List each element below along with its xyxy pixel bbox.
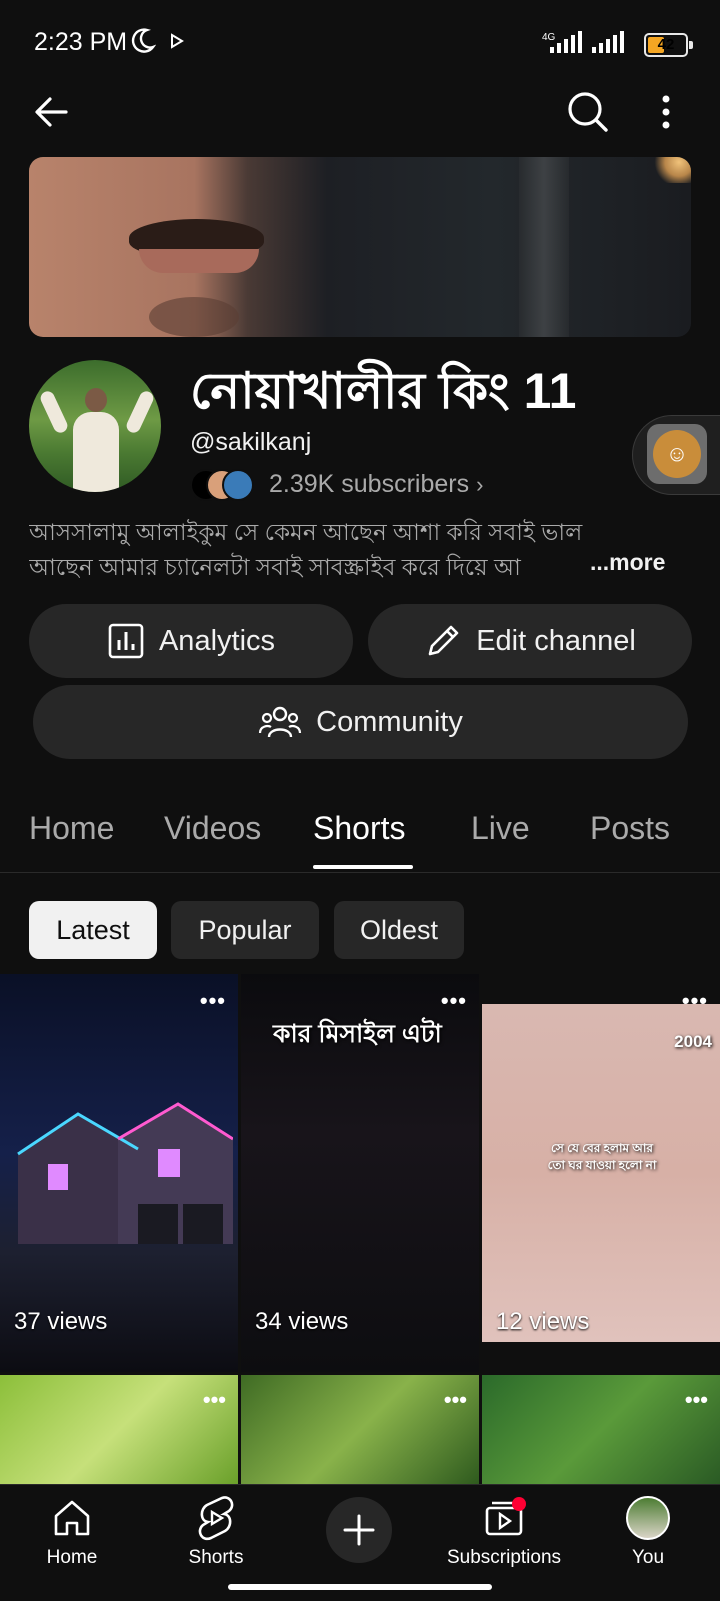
moon-icon <box>130 27 157 60</box>
short-tile[interactable]: ••• <box>0 1375 238 1485</box>
community-button[interactable]: Community <box>33 685 688 759</box>
short-views: 37 views <box>14 1308 108 1335</box>
analytics-icon <box>108 623 144 659</box>
nav-subscriptions-label: Subscriptions <box>446 1547 562 1568</box>
short-tile[interactable]: ••• 37 views <box>0 974 238 1372</box>
edit-channel-label: Edit channel <box>476 624 636 657</box>
chip-popular[interactable]: Popular <box>171 901 319 959</box>
chip-latest[interactable]: Latest <box>29 901 157 959</box>
short-tile[interactable]: ••• <box>241 1375 479 1485</box>
notification-badge <box>512 1497 526 1511</box>
channel-description[interactable]: আসসালামু আলাইকুম সে কেমন আছেন আশা করি সব… <box>29 515 679 585</box>
short-views: 12 views <box>496 1308 590 1335</box>
accessibility-icon: ☺ <box>653 430 701 478</box>
short-views: 34 views <box>255 1308 349 1335</box>
signal-4g-icon: 4G <box>540 30 586 61</box>
play-notification-icon <box>170 33 184 54</box>
pencil-icon <box>428 625 459 656</box>
short-tile[interactable]: 2004 সে যে বের হলাম আর তো ঘর যাওয়া হলো … <box>482 974 720 1372</box>
avatar <box>626 1496 670 1540</box>
shorts-icon <box>198 1496 234 1541</box>
short-more-icon[interactable]: ••• <box>203 1387 226 1413</box>
channel-tabs: Home Videos Shorts Live Posts <box>0 790 720 873</box>
plus-icon <box>343 1514 375 1546</box>
channel-handle: @sakilkanj <box>190 428 312 456</box>
short-more-icon[interactable]: ••• <box>444 1387 467 1413</box>
chevron-right-icon: › <box>476 472 484 497</box>
status-time: 2:23 PM <box>34 28 128 56</box>
short-more-icon[interactable]: ••• <box>682 988 708 1014</box>
search-icon <box>568 92 608 132</box>
kebab-menu-icon <box>662 95 670 129</box>
analytics-button[interactable]: Analytics <box>29 604 353 678</box>
status-bar: 2:23 PM 4G 42 <box>0 0 720 88</box>
back-button[interactable] <box>30 90 74 134</box>
active-tab-indicator <box>313 865 413 869</box>
community-label: Community <box>316 705 463 738</box>
channel-title: নোয়াখালীর কিং 11 <box>190 363 577 419</box>
search-button[interactable] <box>566 90 610 134</box>
nav-shorts[interactable]: Shorts <box>156 1493 276 1569</box>
channel-banner <box>29 157 691 337</box>
description-line-1: আসসালামু আলাইকুম সে কেমন আছেন আশা করি সব… <box>29 519 583 545</box>
battery-level: 42 <box>657 36 675 53</box>
nav-shorts-label: Shorts <box>188 1547 244 1568</box>
subscriber-count-link[interactable]: 2.39K subscribers › <box>269 470 483 499</box>
short-overlay-text: কার মিসাইল এটা <box>273 1020 442 1048</box>
short-thumbnail <box>17 1102 233 1244</box>
short-overlay-text: সে যে বের হলাম আর তো ঘর যাওয়া হলো না <box>547 1141 657 1172</box>
community-icon <box>259 706 302 738</box>
nav-subscriptions[interactable]: Subscriptions <box>444 1493 564 1569</box>
channel-avatar[interactable] <box>29 360 161 492</box>
home-icon <box>54 1500 90 1536</box>
description-line-2: আছেন আমার চ্যানেলটা সবাই সাবস্ক্রাইব করে… <box>29 554 521 580</box>
analytics-label: Analytics <box>158 624 276 657</box>
chip-oldest[interactable]: Oldest <box>334 901 464 959</box>
subscriber-count: 2.39K subscribers <box>269 470 470 498</box>
tab-live[interactable]: Live <box>471 810 530 847</box>
home-indicator <box>228 1584 492 1590</box>
tab-shorts[interactable]: Shorts <box>313 810 405 847</box>
short-badge-text: 2004 <box>674 1032 712 1051</box>
arrow-left-icon <box>35 97 68 127</box>
tab-videos[interactable]: Videos <box>164 810 261 847</box>
short-more-icon[interactable]: ••• <box>685 1387 708 1413</box>
nav-you-label: You <box>631 1547 665 1568</box>
short-tile[interactable]: কার মিসাইল এটা ••• 34 views <box>241 974 479 1372</box>
more-link[interactable]: ...more <box>584 549 666 576</box>
nav-you[interactable]: You <box>588 1493 708 1569</box>
create-button[interactable] <box>326 1497 392 1563</box>
short-more-icon[interactable]: ••• <box>441 988 467 1014</box>
accessibility-floating-button[interactable]: ☺ <box>632 415 720 495</box>
tab-posts[interactable]: Posts <box>590 810 670 847</box>
signal-icon <box>590 30 626 61</box>
short-more-icon[interactable]: ••• <box>200 988 226 1014</box>
nav-home-label: Home <box>46 1547 98 1568</box>
short-tile[interactable]: ••• <box>482 1375 720 1485</box>
battery-icon: 42 <box>644 33 693 57</box>
edit-channel-button[interactable]: Edit channel <box>368 604 692 678</box>
nav-home[interactable]: Home <box>12 1493 132 1569</box>
tab-home[interactable]: Home <box>29 810 114 847</box>
more-options-button[interactable] <box>654 90 678 134</box>
network-label: 4G <box>542 32 556 43</box>
